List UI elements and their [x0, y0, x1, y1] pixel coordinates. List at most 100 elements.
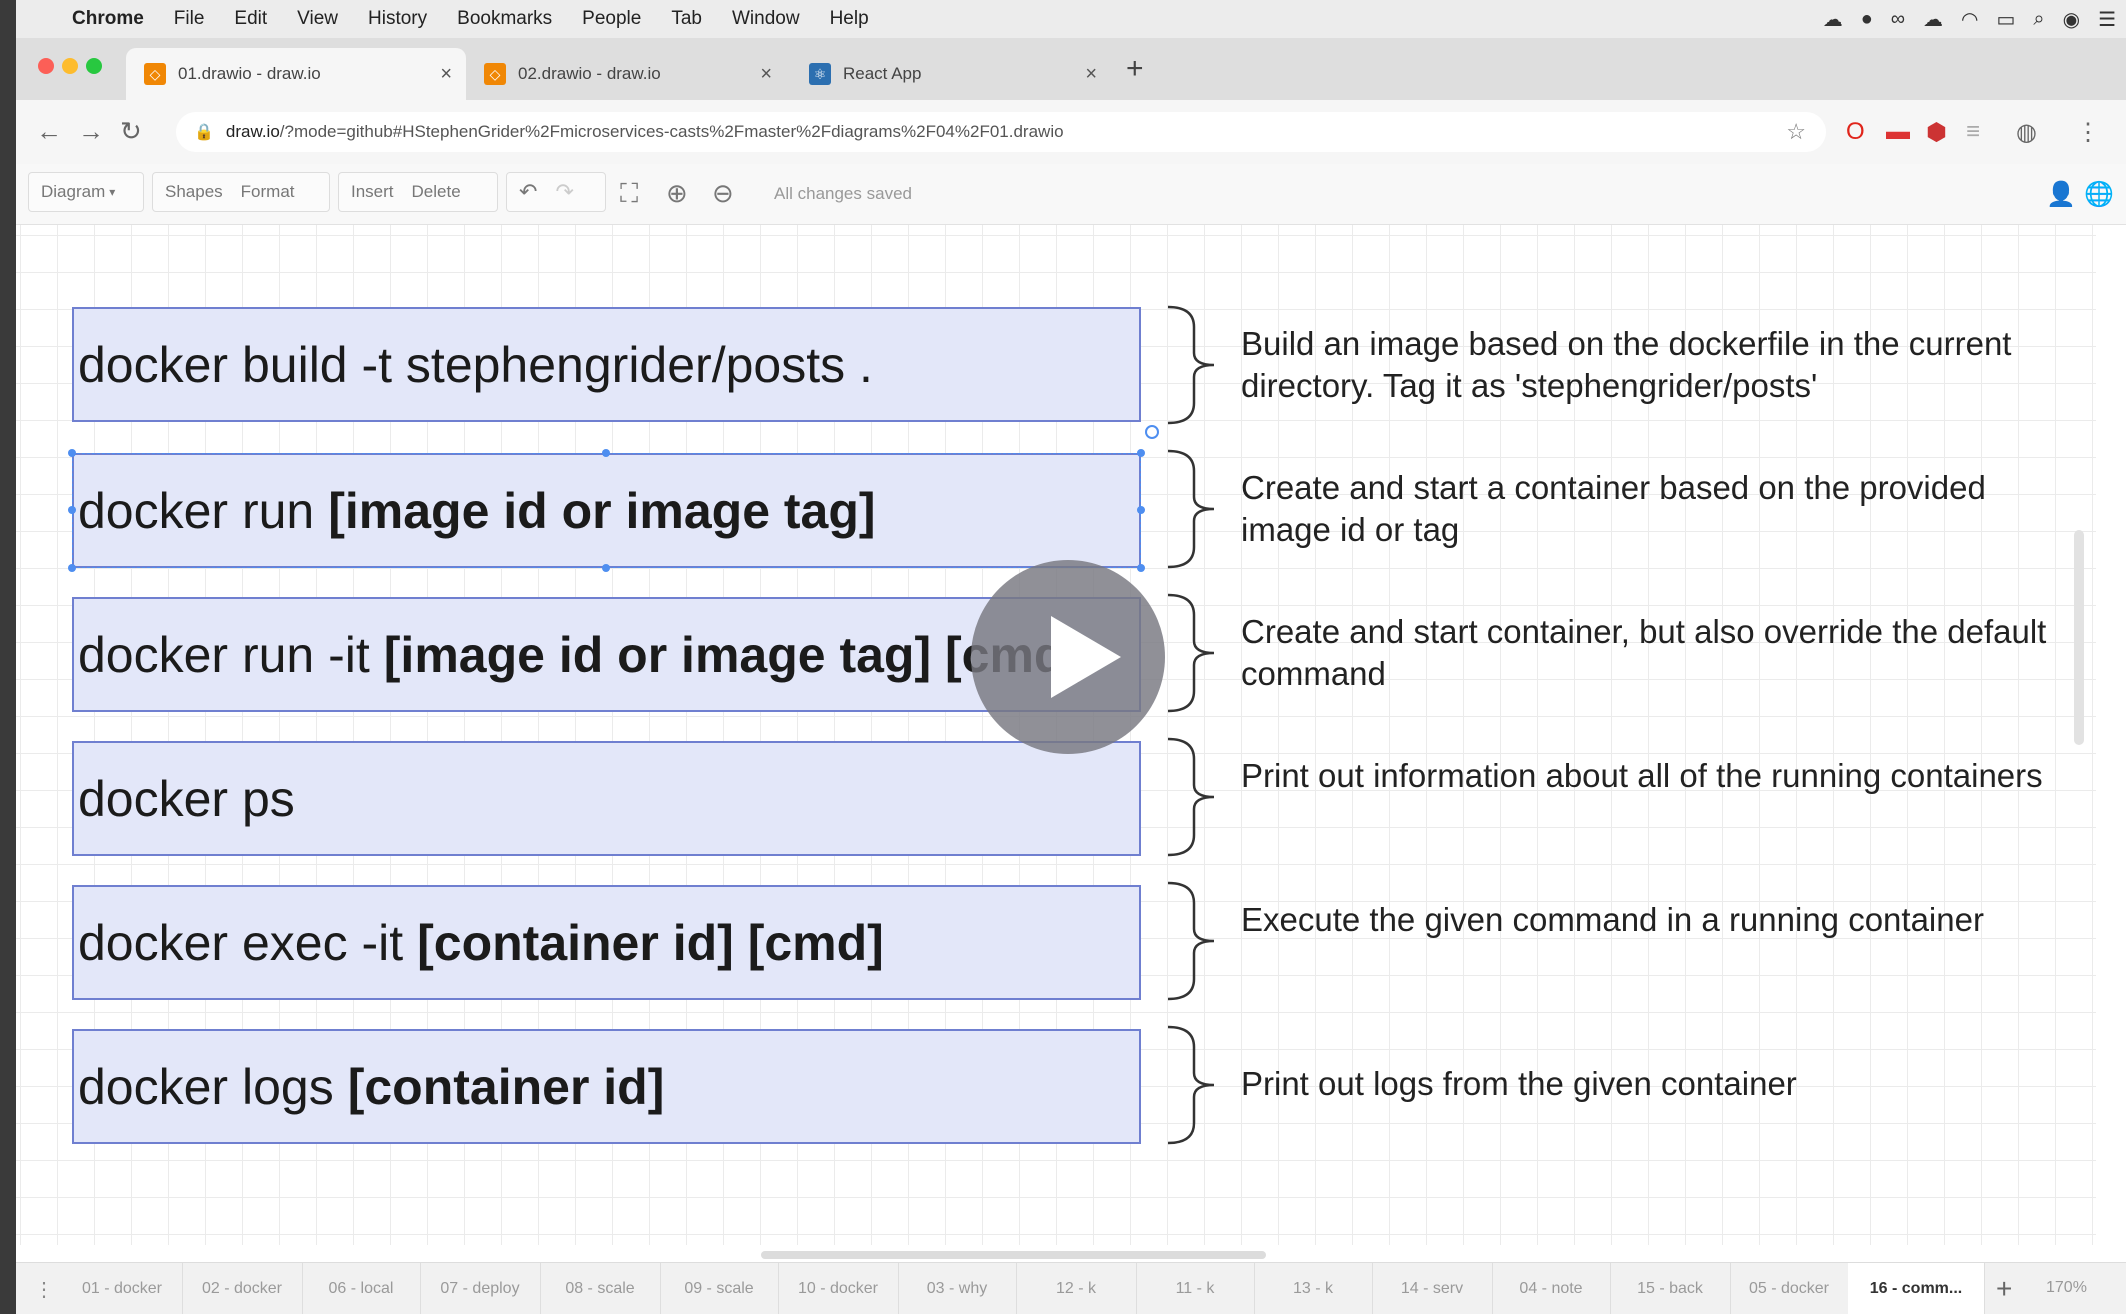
page-tab[interactable]: 12 - k: [1016, 1263, 1137, 1314]
command-box-docker-build[interactable]: docker build -t stephengrider/posts .: [72, 307, 1141, 422]
menu-bookmarks[interactable]: Bookmarks: [457, 8, 552, 30]
page-tab[interactable]: 03 - why: [898, 1263, 1017, 1314]
bookmark-star-icon[interactable]: ☆: [1786, 119, 1806, 145]
extension-icon-2[interactable]: ⬢: [1926, 118, 1947, 147]
resize-handle[interactable]: [68, 564, 76, 572]
page-tab[interactable]: 13 - k: [1254, 1263, 1373, 1314]
forward-arrow-icon[interactable]: →: [78, 116, 104, 147]
back-arrow-icon[interactable]: ←: [36, 116, 62, 147]
redo-icon[interactable]: ↷: [555, 179, 573, 205]
close-tab-icon[interactable]: ×: [1085, 63, 1097, 86]
brace-connector: [1167, 737, 1215, 857]
language-globe-icon[interactable]: 🌐: [2084, 180, 2114, 209]
profile-avatar[interactable]: ◍: [2016, 118, 2037, 147]
vertical-scrollbar[interactable]: [2074, 530, 2084, 745]
docker-status-icon[interactable]: ☁: [1823, 7, 1843, 32]
brace-connector: [1167, 881, 1215, 1001]
siri-icon[interactable]: ◉: [2063, 7, 2080, 32]
spotlight-search-icon[interactable]: ⌕: [2033, 8, 2044, 31]
zoom-level[interactable]: 170%: [2046, 1279, 2087, 1297]
resize-handle[interactable]: [602, 564, 610, 572]
menu-view[interactable]: View: [297, 8, 338, 30]
video-play-button[interactable]: [971, 560, 1165, 754]
page-tab[interactable]: 02 - docker: [182, 1263, 303, 1314]
resize-handle[interactable]: [602, 449, 610, 457]
diagram-canvas[interactable]: docker build -t stephengrider/posts . Bu…: [16, 225, 2096, 1245]
battery-icon[interactable]: ▭: [1997, 7, 2016, 32]
new-tab-button[interactable]: +: [1126, 52, 1144, 86]
maximize-window-button[interactable]: [86, 58, 102, 74]
opera-extension-icon[interactable]: O: [1846, 118, 1865, 146]
tab-02-drawio[interactable]: ◇ 02.drawio - draw.io ×: [466, 48, 786, 100]
user-icon[interactable]: 👤: [2046, 180, 2076, 209]
page-tab-active[interactable]: 16 - comm...: [1848, 1263, 1985, 1314]
resize-handle[interactable]: [68, 506, 76, 514]
menu-file[interactable]: File: [174, 8, 205, 30]
pages-menu-icon[interactable]: ⋮: [34, 1277, 54, 1302]
page-tab[interactable]: 01 - docker: [62, 1263, 183, 1314]
insert-button[interactable]: Insert: [351, 182, 394, 202]
page-tab[interactable]: 06 - local: [302, 1263, 421, 1314]
undo-icon[interactable]: ↶: [519, 179, 537, 205]
tab-01-drawio[interactable]: ◇ 01.drawio - draw.io ×: [126, 48, 466, 100]
url-field[interactable]: 🔒 draw.io /?mode=github#HStephenGrider%2…: [176, 112, 1826, 152]
page-tab[interactable]: 05 - docker: [1730, 1263, 1849, 1314]
menu-people[interactable]: People: [582, 8, 641, 30]
close-window-button[interactable]: [38, 58, 54, 74]
page-tab[interactable]: 04 - note: [1492, 1263, 1611, 1314]
command-box-docker-ps[interactable]: docker ps: [72, 741, 1141, 856]
tab-react-app[interactable]: ⚛ React App ×: [791, 48, 1111, 100]
extension-icon[interactable]: ▬: [1886, 118, 1910, 146]
description-docker-build: Build an image based on the dockerfile i…: [1241, 325, 2012, 404]
delete-button[interactable]: Delete: [412, 182, 461, 202]
resize-handle[interactable]: [1137, 506, 1145, 514]
menu-tab[interactable]: Tab: [671, 8, 702, 30]
command-box-docker-exec[interactable]: docker exec -it [container id] [cmd]: [72, 885, 1141, 1000]
command-box-docker-logs[interactable]: docker logs [container id]: [72, 1029, 1141, 1144]
description-docker-logs: Print out logs from the given container: [1241, 1065, 1797, 1102]
page-tab[interactable]: 10 - docker: [778, 1263, 899, 1314]
drawio-icon: ◇: [144, 63, 166, 85]
brace-connector: [1167, 449, 1215, 569]
menu-edit[interactable]: Edit: [234, 8, 267, 30]
reload-icon[interactable]: ↻: [120, 116, 142, 147]
add-page-button[interactable]: +: [1996, 1273, 2012, 1305]
page-tab[interactable]: 11 - k: [1136, 1263, 1255, 1314]
description-docker-run-it: Create and start container, but also ove…: [1241, 613, 2047, 692]
page-tab[interactable]: 14 - serv: [1372, 1263, 1493, 1314]
app-status-icon[interactable]: ●: [1861, 8, 1873, 31]
close-tab-icon[interactable]: ×: [760, 63, 772, 86]
page-tab[interactable]: 08 - scale: [540, 1263, 661, 1314]
format-button[interactable]: Format: [241, 182, 295, 202]
play-icon: [1051, 616, 1121, 698]
fullscreen-icon[interactable]: ⛶: [620, 178, 638, 210]
page-tab[interactable]: 07 - deploy: [420, 1263, 541, 1314]
shapes-button[interactable]: Shapes: [165, 182, 223, 202]
resize-handle[interactable]: [1137, 449, 1145, 457]
tab-title: 02.drawio - draw.io: [518, 64, 661, 83]
edit-buttons: Insert Delete: [338, 172, 498, 212]
notification-center-icon[interactable]: ☰: [2098, 7, 2116, 32]
menu-help[interactable]: Help: [830, 8, 869, 30]
extension-icon-3[interactable]: ≡: [1966, 118, 1980, 146]
zoom-out-icon[interactable]: ⊖: [712, 178, 734, 209]
cloud-status-icon[interactable]: ☁: [1923, 7, 1943, 32]
resize-handle[interactable]: [68, 449, 76, 457]
wifi-icon[interactable]: ◠: [1961, 7, 1978, 32]
close-tab-icon[interactable]: ×: [440, 63, 452, 86]
minimize-window-button[interactable]: [62, 58, 78, 74]
zoom-in-icon[interactable]: ⊕: [666, 178, 688, 209]
command-text: docker exec -it: [78, 914, 404, 971]
diagram-menu[interactable]: Diagram ▾: [28, 172, 144, 212]
app-menu-chrome[interactable]: Chrome: [72, 8, 144, 30]
rotate-handle[interactable]: [1145, 425, 1159, 439]
link-status-icon[interactable]: ∞: [1891, 8, 1905, 31]
page-tab[interactable]: 15 - back: [1610, 1263, 1731, 1314]
chrome-menu-icon[interactable]: ⋮: [2076, 118, 2100, 147]
status-icons: ☁ ● ∞ ☁ ◠ ▭ ⌕ ◉ ☰: [1823, 0, 2116, 38]
menu-history[interactable]: History: [368, 8, 427, 30]
menu-window[interactable]: Window: [732, 8, 800, 30]
horizontal-scrollbar[interactable]: [761, 1251, 1266, 1259]
resize-handle[interactable]: [1137, 564, 1145, 572]
page-tab[interactable]: 09 - scale: [660, 1263, 779, 1314]
